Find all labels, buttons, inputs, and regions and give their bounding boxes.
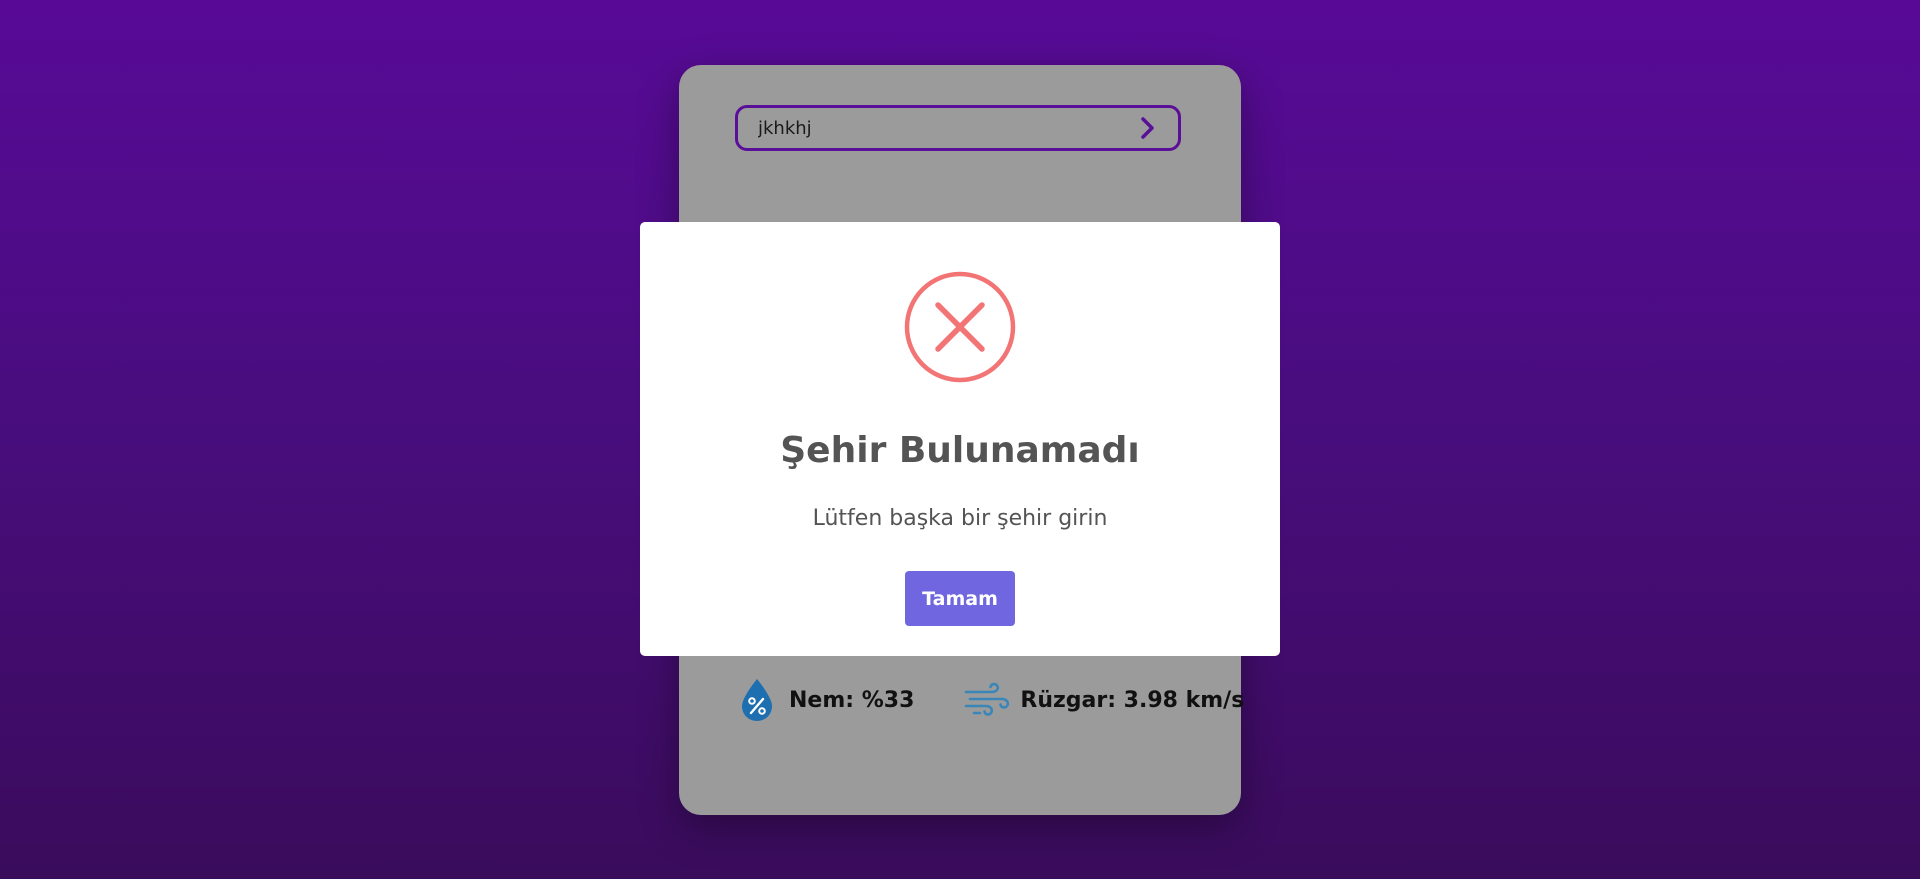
humidity-stat: Nem: %33 bbox=[739, 677, 914, 723]
chevron-right-icon bbox=[1141, 117, 1154, 139]
wind-stat: Rüzgar: 3.98 km/s bbox=[964, 682, 1244, 718]
error-dialog: Şehir Bulunamadı Lütfen başka bir şehir … bbox=[640, 222, 1280, 656]
error-x-icon bbox=[904, 271, 1016, 383]
dialog-title: Şehir Bulunamadı bbox=[780, 430, 1140, 471]
search-input[interactable] bbox=[758, 117, 1134, 139]
dialog-message: Lütfen başka bir şehir girin bbox=[812, 506, 1108, 531]
weather-stats: Nem: %33 Rüzgar: 3.98 km/s bbox=[739, 677, 1244, 723]
search-bar bbox=[735, 105, 1181, 151]
wind-label: Rüzgar: 3.98 km/s bbox=[1020, 687, 1245, 713]
wind-icon bbox=[965, 682, 1010, 716]
confirm-button[interactable]: Tamam bbox=[905, 571, 1015, 626]
humidity-drop-icon bbox=[742, 679, 772, 721]
search-button[interactable] bbox=[1134, 115, 1160, 141]
humidity-label: Nem: %33 bbox=[789, 687, 915, 713]
